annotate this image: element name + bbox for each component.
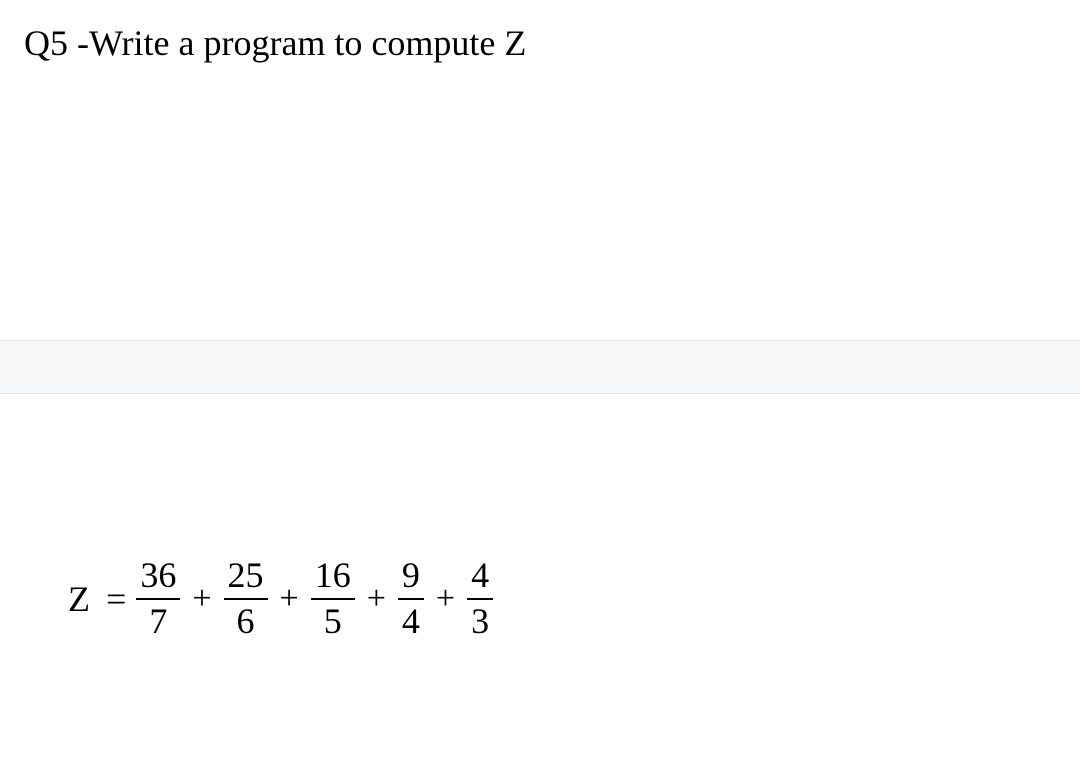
plus-sign: + xyxy=(436,580,455,618)
plus-sign: + xyxy=(367,580,386,618)
fraction-2-numerator: 25 xyxy=(224,556,268,596)
fraction-3-denominator: 5 xyxy=(320,602,346,642)
plus-sign: + xyxy=(192,580,211,618)
fraction-4-denominator: 4 xyxy=(398,602,424,642)
fraction-5-denominator: 3 xyxy=(467,602,493,642)
fraction-4-numerator: 9 xyxy=(398,556,424,596)
fraction-2-bar xyxy=(224,598,268,600)
fraction-1-bar xyxy=(136,598,180,600)
fraction-5: 4 3 xyxy=(467,556,493,641)
equation-variable: Z xyxy=(68,578,90,620)
equals-sign: = xyxy=(106,578,126,620)
fraction-4-bar xyxy=(398,598,424,600)
fraction-1-numerator: 36 xyxy=(136,556,180,596)
fraction-3-bar xyxy=(311,598,355,600)
fraction-5-numerator: 4 xyxy=(467,556,493,596)
fraction-2: 25 6 xyxy=(224,556,268,641)
fraction-3-numerator: 16 xyxy=(311,556,355,596)
fraction-1: 36 7 xyxy=(136,556,180,641)
fraction-4: 9 4 xyxy=(398,556,424,641)
fraction-1-denominator: 7 xyxy=(145,602,171,642)
equation: Z = 36 7 + 25 6 + 16 5 + 9 4 + 4 3 xyxy=(68,556,495,641)
question-text: Q5 -Write a program to compute Z xyxy=(24,22,526,64)
fraction-5-bar xyxy=(467,598,493,600)
fraction-2-denominator: 6 xyxy=(233,602,259,642)
fraction-3: 16 5 xyxy=(311,556,355,641)
plus-sign: + xyxy=(280,580,299,618)
section-divider xyxy=(0,340,1080,394)
